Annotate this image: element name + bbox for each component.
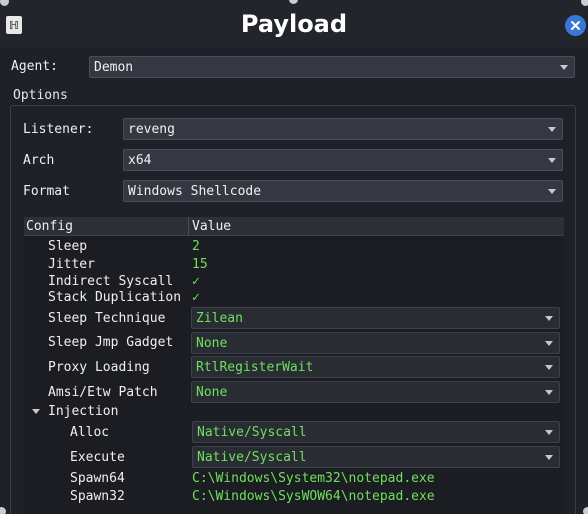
agent-select[interactable]: Demon [89, 56, 575, 78]
tree-label-indirect-syscall[interactable]: Indirect Syscall [48, 274, 173, 289]
column-header-config[interactable]: Config [26, 219, 73, 234]
proxy-loading-value: RtlRegisterWait [196, 359, 314, 375]
config-tree-header: Config Value [24, 217, 564, 236]
chevron-down-icon [539, 308, 559, 328]
chevron-down-icon [542, 181, 562, 201]
chevron-down-icon [539, 447, 559, 467]
tree-label-alloc[interactable]: Alloc [70, 425, 109, 440]
tree-label-sleep[interactable]: Sleep [48, 239, 87, 254]
window-title: Payload [240, 10, 348, 38]
close-icon [571, 21, 580, 30]
tree-label-amsi-etw-patch[interactable]: Amsi/Etw Patch [48, 385, 158, 400]
chevron-down-icon [539, 333, 559, 353]
column-divider[interactable] [188, 217, 189, 236]
tree-label-execute[interactable]: Execute [70, 450, 125, 465]
tree-label-spawn32[interactable]: Spawn32 [70, 489, 125, 504]
column-header-value[interactable]: Value [192, 219, 231, 234]
options-group-title: Options [13, 88, 68, 103]
arch-label: Arch [23, 153, 55, 168]
amsi-etw-patch-select[interactable]: None [191, 381, 560, 403]
chevron-down-icon [539, 422, 559, 442]
execute-select[interactable]: Native/Syscall [192, 446, 560, 468]
checkmark-icon[interactable]: ✓ [192, 274, 200, 289]
tree-label-proxy-loading[interactable]: Proxy Loading [48, 360, 150, 375]
window-knob-top-right [581, 0, 588, 6]
sleep-jmp-gadget-select[interactable]: None [191, 332, 560, 354]
chevron-down-icon [539, 382, 559, 402]
format-select[interactable]: Windows Shellcode [123, 180, 563, 202]
agent-select-value: Demon [94, 59, 134, 75]
tree-label-sleep-technique[interactable]: Sleep Technique [48, 311, 165, 326]
config-tree[interactable]: Config Value Sleep 2 Jitter 15 Indirect … [24, 217, 564, 514]
execute-value: Native/Syscall [197, 449, 307, 465]
tree-label-spawn64[interactable]: Spawn64 [70, 471, 125, 486]
amsi-etw-patch-value: None [196, 384, 228, 400]
tree-value-spawn64[interactable]: C:\Windows\System32\notepad.exe [192, 471, 435, 486]
listener-select-value: reveng [128, 121, 175, 137]
window-knob-bottom-right [583, 507, 588, 514]
format-select-value: Windows Shellcode [128, 183, 262, 199]
tree-value-sleep[interactable]: 2 [192, 239, 200, 254]
title-bar: ℍ Payload [0, 0, 588, 48]
arch-select[interactable]: x64 [123, 149, 563, 171]
window-knob-bottom-left [0, 507, 6, 514]
proxy-loading-select[interactable]: RtlRegisterWait [191, 356, 560, 378]
chevron-down-icon [554, 57, 574, 77]
sleep-technique-value: Zilean [196, 310, 243, 326]
alloc-value: Native/Syscall [197, 424, 307, 440]
listener-label: Listener: [23, 122, 94, 137]
sleep-jmp-gadget-value: None [196, 335, 228, 351]
chevron-down-icon [539, 357, 559, 377]
tree-label-sleep-jmp-gadget[interactable]: Sleep Jmp Gadget [48, 335, 173, 350]
agent-label: Agent: [11, 59, 58, 74]
format-label: Format [23, 184, 70, 199]
alloc-select[interactable]: Native/Syscall [192, 421, 560, 443]
tree-label-stack-duplication[interactable]: Stack Duplication [48, 290, 181, 305]
tree-label-jitter[interactable]: Jitter [48, 257, 95, 272]
close-button[interactable] [565, 15, 586, 36]
collapse-triangle-icon[interactable] [32, 409, 40, 414]
chevron-down-icon [542, 150, 562, 170]
listener-select[interactable]: reveng [123, 118, 563, 140]
tree-value-jitter[interactable]: 15 [192, 257, 208, 272]
sleep-technique-select[interactable]: Zilean [191, 307, 560, 329]
checkmark-icon[interactable]: ✓ [192, 290, 200, 305]
arch-select-value: x64 [128, 152, 152, 168]
chevron-down-icon [542, 119, 562, 139]
tree-value-spawn32[interactable]: C:\Windows\SysWOW64\notepad.exe [192, 489, 435, 504]
tree-label-injection[interactable]: Injection [48, 404, 118, 419]
